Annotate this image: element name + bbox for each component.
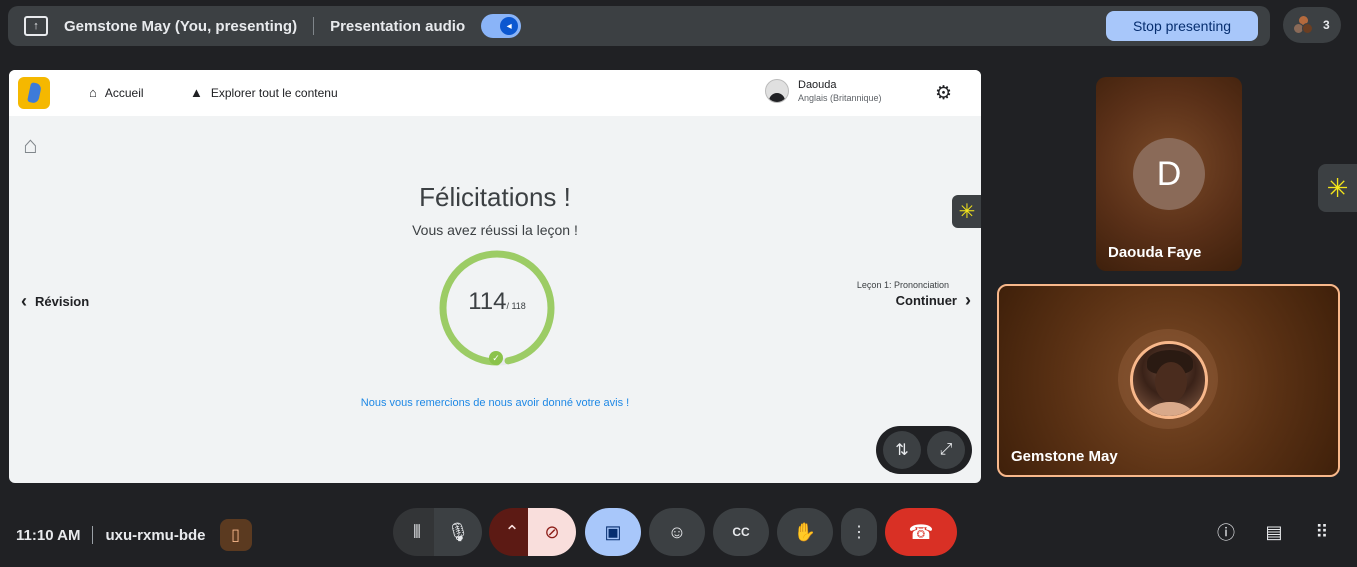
participants-button[interactable]: 3 [1283,7,1341,43]
divider [313,17,315,35]
feedback-thanks: Nous vous remercions de nous avoir donné… [360,397,630,409]
extension-badge-icon[interactable]: ✳ [952,195,981,228]
nav-explore[interactable]: ▲ Explorer tout le contenu [190,85,338,100]
participant-count: 3 [1323,18,1330,32]
chat-icon[interactable]: ▤ [1262,520,1286,544]
clock: 11:10 AM [16,526,81,544]
home-icon: ⌂ [89,85,97,100]
camera-off-button[interactable]: ⊘ [528,508,576,556]
revision-link[interactable]: ‹ Révision [21,291,89,312]
gear-icon[interactable]: ⚙ [935,82,952,105]
next-lesson-label: Leçon 1: Prononciation [856,280,949,290]
chevron-right-icon: › [965,290,971,310]
participant-tile-daouda[interactable]: D Daouda Faye [1096,77,1242,271]
raise-hand-button[interactable]: ✋ [777,508,833,556]
avatar: D [1133,138,1205,210]
participant-name: Gemstone May [1011,448,1118,465]
home-icon[interactable]: ⌂ [23,132,38,160]
captions-button[interactable]: CC [713,508,769,556]
continue-label: Continuer [895,293,957,308]
presenter-label: Gemstone May (You, presenting) [64,17,298,35]
continue-link[interactable]: Leçon 1: Prononciation Continuer › [857,280,971,311]
shared-screen: ⌂ Accueil ▲ Explorer tout le contenu Dao… [9,70,981,483]
check-icon: ✓ [489,351,503,365]
door-icon[interactable]: ▯ [219,519,252,551]
avatar [1130,341,1208,419]
user-name: Daouda [798,79,837,91]
end-call-button[interactable]: ☎ [885,508,957,556]
speaker-icon: ◂ [500,17,519,35]
presentation-audio-toggle[interactable]: ◂ [481,14,522,38]
shapes-icon: ▲ [190,85,203,100]
emoji-button[interactable]: ☺ [649,508,705,556]
participant-name: Daouda Faye [1108,244,1202,261]
lesson-complete-text: Vous avez réussi la leçon ! [412,222,578,238]
present-button[interactable]: ▣ [585,508,641,556]
nav-home[interactable]: ⌂ Accueil [89,85,144,100]
participant-tile-gemstone[interactable]: Gemstone May [997,284,1340,477]
activities-grid-icon[interactable]: ⠿ [1310,520,1334,544]
expand-icon[interactable]: ⤢ [927,431,965,469]
nav-explore-label: Explorer tout le contenu [210,85,338,100]
congrats-heading: Félicitations ! [419,182,571,212]
revision-label: Révision [35,294,90,309]
app-header: ⌂ Accueil ▲ Explorer tout le contenu Dao… [9,70,981,116]
presentation-audio-label: Presentation audio [330,17,466,35]
divider [92,526,94,544]
activities-tab-icon[interactable]: ✳ [1318,164,1357,212]
app-logo[interactable] [18,77,50,109]
user-language: Anglais (Britannique) [798,93,882,103]
microphone-button[interactable]: 🎙 [434,508,482,556]
more-options-icon[interactable]: ⋮ [841,508,877,556]
user-avatar-icon [765,79,789,103]
present-screen-icon: ↑ [24,16,48,36]
presentation-controls: ⇅ ⤢ [876,426,972,474]
participant-avatars [1293,15,1313,35]
presenting-bar: ↑ Gemstone May (You, presenting) Present… [8,6,1270,46]
logo-mark [26,82,42,104]
chevron-left-icon: ‹ [21,291,27,311]
meeting-code: uxu-rxmu-bde [105,526,206,544]
nav-home-label: Accueil [104,85,144,100]
score-display: 114/ 118 [437,288,557,316]
user-menu[interactable]: Daouda Anglais (Britannique) [765,79,882,103]
score-total: / 118 [506,301,526,311]
avatar [1302,23,1313,34]
stop-presenting-button[interactable]: Stop presenting [1106,11,1258,41]
score-value: 114 [468,288,507,315]
info-icon[interactable]: ⓘ [1214,520,1238,544]
swap-arrows-icon[interactable]: ⇅ [883,431,921,469]
meeting-info: 11:10 AM uxu-rxmu-bde ▯ [16,519,252,551]
